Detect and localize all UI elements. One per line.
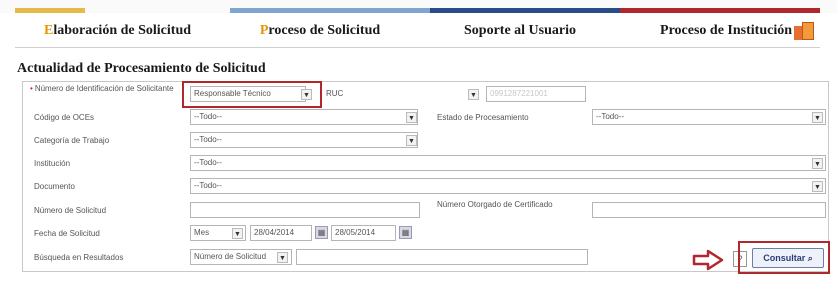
chevron-down-icon[interactable]: ▼ (406, 112, 417, 123)
documento-label: Documento (34, 182, 75, 191)
num-otorgado-input[interactable] (592, 202, 826, 218)
calendar-icon[interactable]: ▦ (315, 226, 328, 239)
calendar-icon[interactable]: ▦ (399, 226, 412, 239)
institucion-select[interactable]: --Todo-- (190, 155, 826, 171)
tab-elaboracion[interactable]: Elaboración de Solicitud (15, 13, 220, 48)
tab-initial: E (43, 22, 54, 38)
tab-proceso-solicitud[interactable]: Proceso de Solicitud (220, 13, 420, 48)
busqueda-label: Búsqueda en Resultados (34, 253, 124, 262)
doc-type-select[interactable]: RUC (322, 86, 482, 102)
chevron-down-icon[interactable]: ▼ (406, 135, 417, 146)
tab-label: Soporte al Usuario (464, 22, 576, 38)
institucion-label: Institución (34, 159, 71, 168)
estado-select[interactable]: --Todo-- (592, 109, 826, 125)
documento-select[interactable]: --Todo-- (190, 178, 826, 194)
id-label-text: Número de Identificación de Solicitante (34, 84, 174, 93)
chevron-down-icon[interactable]: ▼ (812, 158, 823, 169)
num-otorgado-label: Número Otorgado de Certificado (437, 200, 553, 209)
busqueda-input[interactable] (296, 249, 588, 265)
id-label: • Número de Identificación de Solicitante (30, 84, 180, 93)
num-solicitud-input[interactable] (190, 202, 420, 218)
required-marker: • (30, 84, 33, 93)
id-value-input[interactable]: 0991287221001 (486, 86, 586, 102)
arrow-right-icon (692, 249, 724, 271)
chevron-down-icon[interactable]: ▼ (468, 89, 479, 100)
categoria-label: Categoría de Trabajo (34, 136, 110, 145)
top-color-bar (0, 0, 837, 13)
page-title: Actualidad de Procesamiento de Solicitud (17, 61, 266, 76)
oce-label: Código de OCEs (34, 113, 95, 122)
oce-select[interactable]: --Todo-- (190, 109, 418, 125)
tab-soporte-usuario[interactable]: Soporte al Usuario (420, 13, 620, 48)
categoria-select[interactable]: --Todo-- (190, 132, 418, 148)
building-icon (794, 21, 814, 40)
chevron-down-icon[interactable]: ▼ (812, 112, 823, 123)
chevron-down-icon[interactable]: ▼ (232, 228, 243, 239)
chevron-down-icon[interactable]: ▼ (277, 252, 288, 263)
consultar-highlight (738, 241, 830, 274)
tab-label: roceso de Solicitud (268, 22, 381, 38)
chevron-down-icon[interactable]: ▼ (812, 181, 823, 192)
main-tabs: Elaboración de Solicitud Proceso de Soli… (15, 13, 820, 48)
fecha-label: Fecha de Solicitud (34, 229, 100, 238)
tab-label: Proceso de Institución (660, 22, 792, 38)
estado-label: Estado de Procesamiento (437, 113, 529, 122)
id-type-highlight (182, 81, 322, 108)
tab-initial: P (259, 22, 269, 38)
fecha-from-input[interactable]: 28/04/2014 (250, 225, 312, 241)
fecha-to-input[interactable]: 28/05/2014 (331, 225, 396, 241)
tab-label: laboración de Solicitud (53, 22, 192, 38)
num-solicitud-label: Número de Solicitud (34, 206, 107, 215)
tab-proceso-institucion[interactable]: Proceso de Institución (620, 13, 820, 48)
